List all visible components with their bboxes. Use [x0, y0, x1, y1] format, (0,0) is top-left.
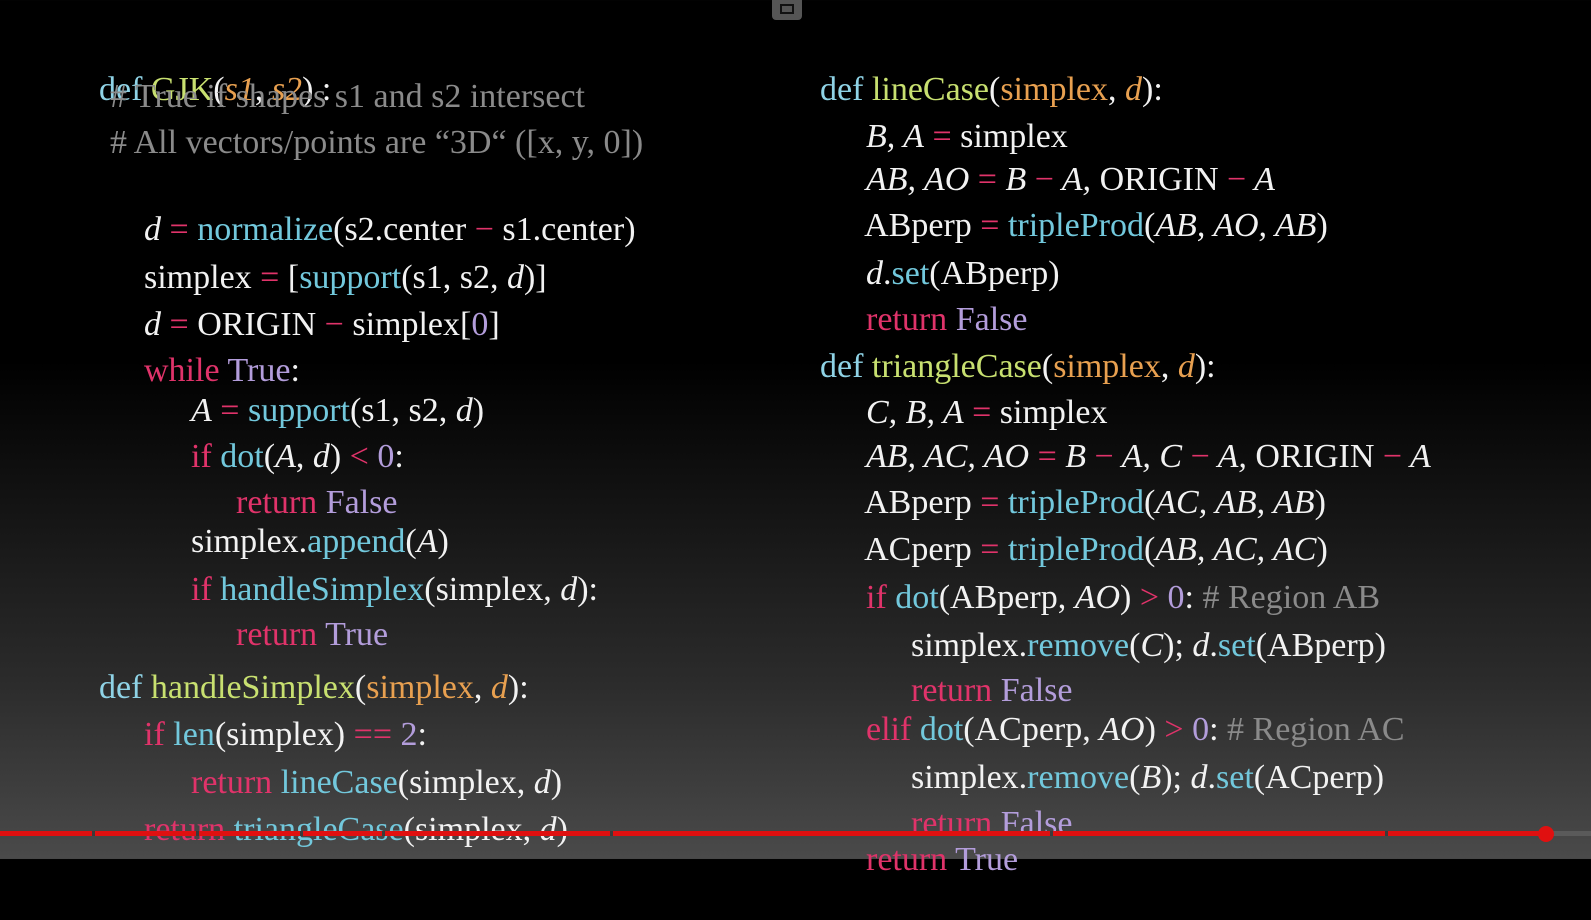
param: d	[1125, 71, 1142, 108]
var: AB, AO, AB	[1155, 207, 1317, 244]
text: (ACperp)	[1253, 759, 1385, 796]
chapter-gap	[92, 831, 95, 836]
operator: −	[324, 306, 344, 343]
chapter-gap	[300, 831, 303, 836]
constant: True	[955, 841, 1019, 878]
chapter-gap	[382, 831, 385, 836]
text: (	[1129, 759, 1141, 796]
text: (	[1129, 627, 1141, 664]
text: ]	[488, 306, 500, 343]
text: (	[1143, 207, 1156, 244]
comment-line: # All vectors/points are “3D“ ([x, y, 0]…	[110, 124, 644, 161]
code-line: return triangleCase(simplex, d)	[110, 770, 568, 890]
paren: ):	[507, 669, 529, 706]
code-slide: def GJK(s1, s2) : # True if shapes s1 an…	[0, 0, 1591, 878]
text: )	[556, 811, 568, 848]
picture-in-picture-icon[interactable]	[772, 0, 802, 20]
text: )]	[523, 259, 547, 296]
chapter-gap	[1050, 831, 1053, 836]
var: d	[560, 571, 578, 608]
var: d	[1190, 759, 1208, 796]
text: ):	[577, 571, 599, 608]
chapter-gap	[196, 831, 199, 836]
call: set	[1216, 759, 1254, 796]
var: d	[539, 811, 557, 848]
var: C	[1140, 627, 1164, 664]
chapter-gap	[610, 831, 613, 836]
text: (ABperp)	[1255, 627, 1386, 664]
code-line: return True	[832, 800, 1018, 920]
call: set	[1217, 627, 1256, 664]
text: );	[1161, 759, 1191, 796]
param: d	[490, 669, 508, 706]
paren: ):	[1194, 348, 1216, 385]
text: )	[1316, 207, 1328, 244]
video-progress-bar[interactable]	[0, 826, 1591, 842]
chapter-gap	[1385, 831, 1388, 836]
var: A	[1402, 438, 1431, 475]
text: );	[1163, 627, 1193, 664]
text: .	[1209, 627, 1218, 664]
operator: −	[1382, 438, 1403, 475]
comma: ,	[473, 669, 491, 706]
keyword: return	[144, 811, 234, 848]
text: (simplex,	[424, 571, 561, 608]
paren: ):	[1142, 71, 1163, 108]
comment-line: # True if shapes s1 and s2 intersect	[110, 78, 586, 115]
var: d	[455, 392, 473, 429]
text: (simplex,	[403, 811, 540, 848]
number: 0	[471, 306, 489, 343]
comma: ,	[1160, 348, 1178, 385]
comma: ,	[1108, 71, 1125, 108]
var: B	[1140, 759, 1162, 796]
text: )	[472, 392, 485, 429]
keyword: return	[866, 841, 956, 878]
var: d	[506, 259, 524, 296]
var: d	[1192, 627, 1210, 664]
param: d	[1177, 348, 1195, 385]
text: simplex[	[343, 306, 472, 343]
progress-fill	[0, 831, 1547, 836]
call: triangleCase	[233, 811, 404, 848]
text: .	[1207, 759, 1217, 796]
